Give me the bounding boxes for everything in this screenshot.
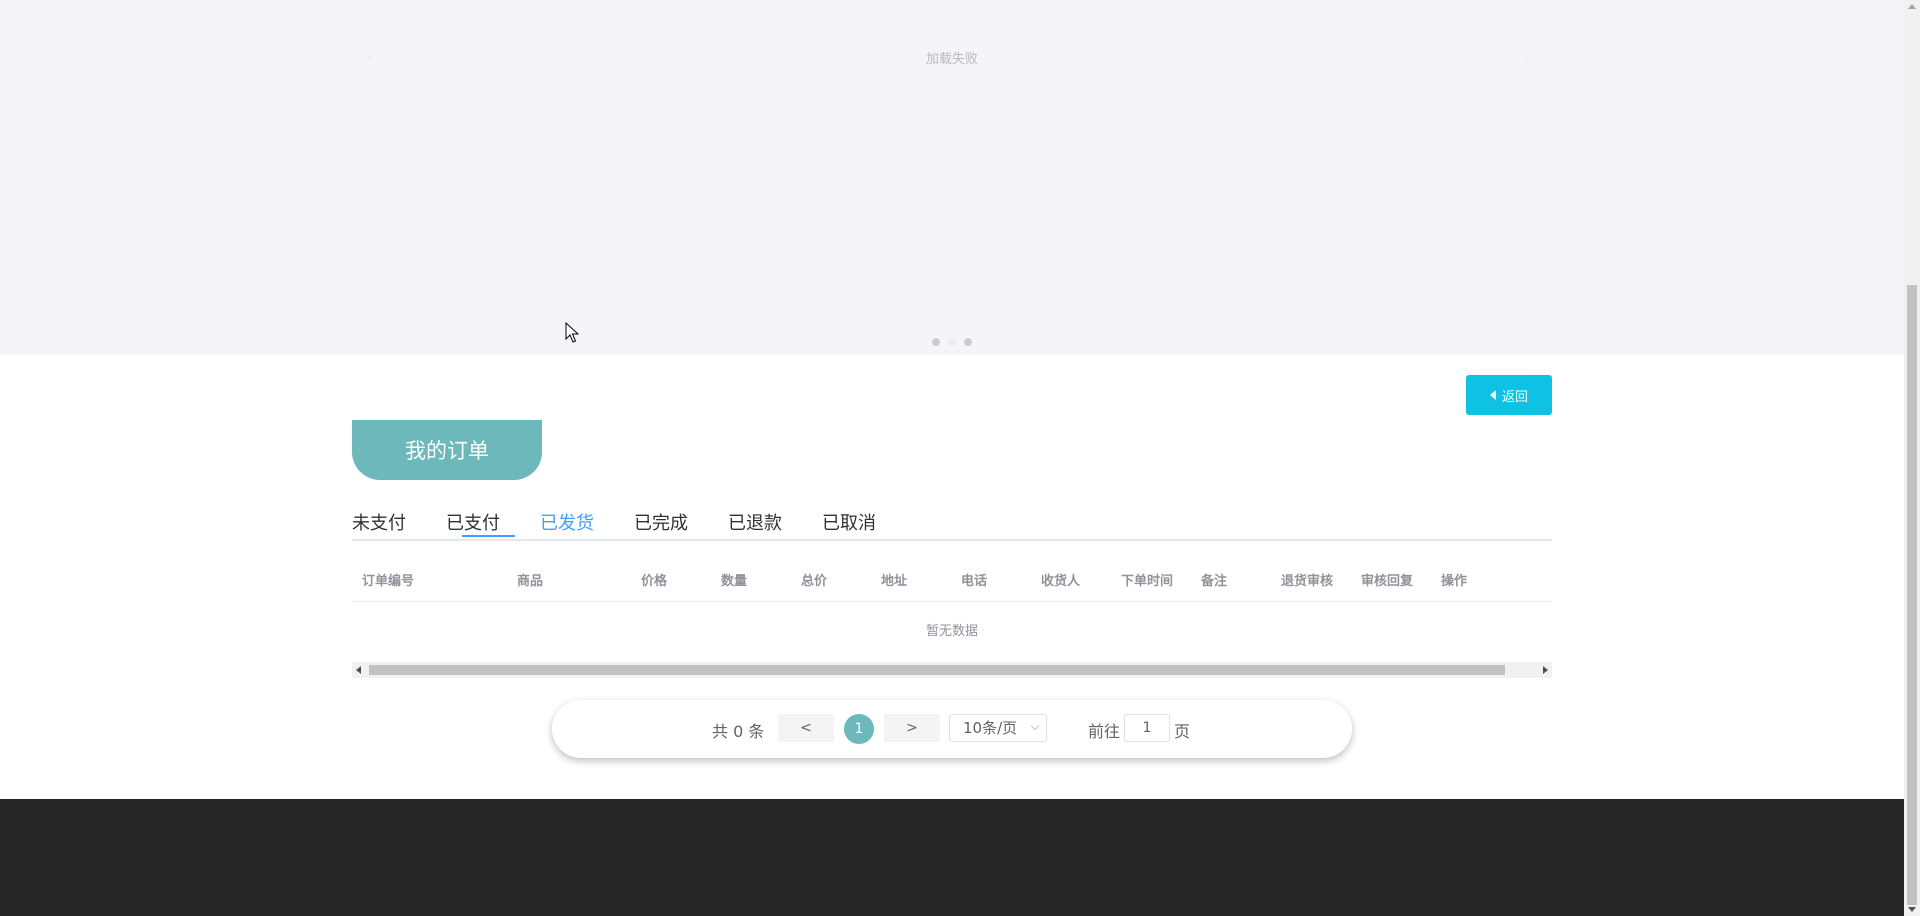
column-header: 下单时间 (1121, 574, 1174, 589)
active-tab-indicator (462, 535, 515, 537)
carousel-dot[interactable] (932, 338, 940, 346)
column-header: 价格 (641, 574, 668, 589)
column-header: 商品 (517, 574, 544, 589)
banner-carousel[interactable]: ‹ 加载失败 › (0, 0, 1904, 355)
chevron-down-icon (1030, 721, 1040, 731)
page-title: 我的订单 (352, 420, 542, 480)
column-header: 电话 (961, 574, 988, 589)
page-footer (0, 799, 1904, 916)
page-vertical-scrollbar[interactable] (1904, 0, 1920, 916)
back-button[interactable]: 返回 (1466, 375, 1552, 415)
scrollbar-thumb[interactable] (1907, 285, 1917, 905)
column-header: 数量 (721, 574, 748, 589)
scroll-up-icon[interactable] (1908, 4, 1916, 9)
image-load-failed-text: 加载失败 (925, 52, 978, 67)
goto-page-input[interactable] (1124, 714, 1170, 742)
column-header: 操作 (1441, 574, 1468, 589)
column-header: 备注 (1201, 574, 1228, 589)
pagination-total: 共 0 条 (712, 722, 765, 741)
order-status-tabs: 未支付 已支付 已发货 已完成 已退款 已取消 (352, 505, 1552, 541)
carousel-dot[interactable] (964, 338, 972, 346)
page-size-value: 10条/页 (963, 719, 1018, 737)
column-header: 审核回复 (1361, 574, 1414, 589)
column-header: 总价 (801, 574, 828, 589)
carousel-next-arrow[interactable]: › (1524, 47, 1530, 66)
scrollbar-thumb[interactable] (369, 665, 1505, 675)
mouse-cursor-icon (565, 322, 579, 343)
column-header: 退货审核 (1281, 574, 1334, 589)
table-horizontal-scrollbar[interactable] (352, 662, 1552, 678)
tab-unpaid[interactable]: 未支付 (352, 509, 406, 535)
scroll-down-icon[interactable] (1908, 907, 1916, 912)
scroll-right-icon[interactable] (1543, 666, 1548, 674)
column-header: 收货人 (1041, 574, 1081, 589)
back-button-label: 返回 (1501, 388, 1528, 404)
current-page-button[interactable]: 1 (844, 714, 874, 744)
tab-shipped[interactable]: 已发货 (540, 509, 594, 535)
carousel-indicators (932, 338, 972, 346)
pagination: 共 0 条 < 1 > 10条/页 前往 页 (552, 700, 1352, 758)
carousel-dot-active[interactable] (948, 338, 956, 346)
tab-refunded[interactable]: 已退款 (728, 509, 782, 535)
column-header: 地址 (881, 574, 908, 589)
goto-label: 前往 (1088, 722, 1121, 741)
orders-table-header: 订单编号 商品 价格 数量 总价 地址 电话 收货人 下单时间 备注 退货审核 … (352, 553, 1552, 602)
column-header: 订单编号 (362, 574, 415, 589)
scroll-left-icon[interactable] (356, 666, 361, 674)
tab-cancelled[interactable]: 已取消 (822, 509, 876, 535)
tab-paid[interactable]: 已支付 (446, 509, 500, 535)
caret-left-icon (1489, 390, 1496, 400)
page-size-select[interactable]: 10条/页 (949, 714, 1047, 742)
goto-page-suffix: 页 (1174, 722, 1191, 741)
prev-page-button[interactable]: < (778, 714, 834, 742)
tab-completed[interactable]: 已完成 (634, 509, 688, 535)
table-empty-text: 暂无数据 (925, 624, 978, 639)
next-page-button[interactable]: > (884, 714, 940, 742)
